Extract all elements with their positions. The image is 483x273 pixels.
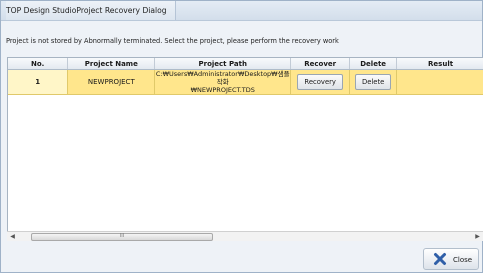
cell-delete: Delete xyxy=(349,69,398,95)
column-header-project-path[interactable]: Project Path xyxy=(154,58,292,70)
delete-button[interactable]: Delete xyxy=(354,74,392,90)
column-header-result[interactable]: Result xyxy=(396,58,483,70)
table-header-row: No. Project Name Project Path Recover De… xyxy=(8,58,483,70)
close-button[interactable]: Close xyxy=(423,248,479,270)
cell-no[interactable]: 1 xyxy=(8,69,69,95)
recovery-dialog-window: TOP Design StudioProject Recovery Dialog… xyxy=(0,0,483,273)
project-path-line-1: C:₩Users₩Administrator₩Desktop₩샘플작화 xyxy=(155,70,290,86)
scrollbar-thumb[interactable]: III xyxy=(31,233,213,241)
cell-result[interactable] xyxy=(396,69,483,95)
column-header-no[interactable]: No. xyxy=(8,58,69,70)
column-header-project-name[interactable]: Project Name xyxy=(67,58,156,70)
close-button-label: Close xyxy=(453,256,473,264)
window-title: TOP Design StudioProject Recovery Dialog xyxy=(6,1,176,20)
horizontal-scrollbar[interactable]: ◀ III ▶ xyxy=(7,231,483,241)
scroll-left-arrow-icon[interactable]: ◀ xyxy=(8,232,17,241)
table-row[interactable]: 1 NEWPROJECT C:₩Users₩Administrator₩Desk… xyxy=(8,69,483,95)
column-header-delete[interactable]: Delete xyxy=(349,58,398,70)
x-icon xyxy=(434,253,446,265)
title-bar: TOP Design StudioProject Recovery Dialog xyxy=(1,1,482,21)
recovery-button[interactable]: Recovery xyxy=(297,74,343,90)
project-path-line-2: ₩NEWPROJECT.TDS xyxy=(190,86,255,94)
cell-project-path[interactable]: C:₩Users₩Administrator₩Desktop₩샘플작화 ₩NEW… xyxy=(154,69,292,95)
cell-project-name[interactable]: NEWPROJECT xyxy=(67,69,156,95)
column-header-recover[interactable]: Recover xyxy=(290,58,351,70)
scroll-right-arrow-icon[interactable]: ▶ xyxy=(473,232,482,241)
project-table: No. Project Name Project Path Recover De… xyxy=(8,58,483,95)
project-grid: No. Project Name Project Path Recover De… xyxy=(7,57,483,241)
recovery-message: Project is not stored by Abnormally term… xyxy=(6,37,339,45)
cell-recover: Recovery xyxy=(290,69,351,95)
